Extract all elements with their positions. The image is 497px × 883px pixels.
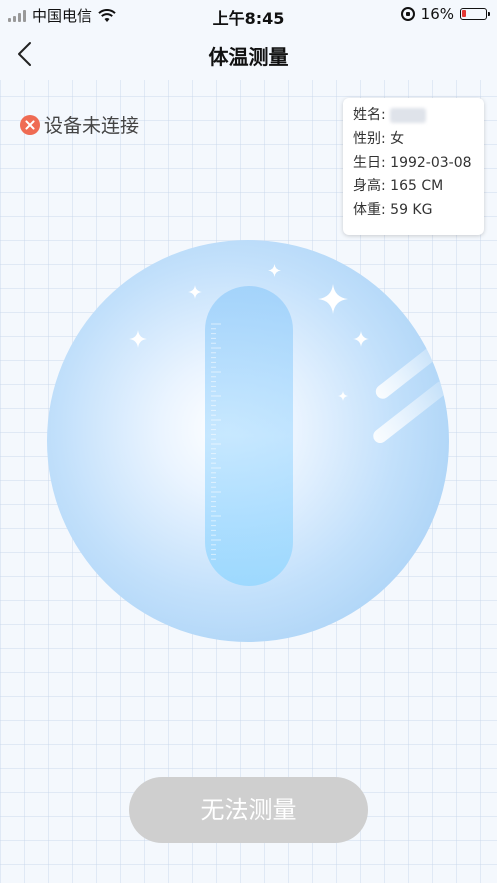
thermometer-scale — [211, 323, 221, 560]
battery-fill — [462, 10, 466, 17]
error-icon — [20, 114, 40, 135]
height-value: 165 CM — [390, 178, 444, 195]
battery-icon — [460, 8, 490, 20]
profile-weight-row: 体重: 59 KG — [353, 199, 474, 223]
page-title: 体温测量 — [208, 45, 289, 69]
device-status: 设备未连接 — [20, 111, 139, 138]
profile-height-row: 身高: 165 CM — [353, 175, 474, 199]
gender-value: 女 — [390, 130, 405, 147]
status-bar: 中国电信 上午8:45 16% — [0, 0, 497, 28]
sparkle-icon — [338, 391, 348, 401]
nav-bar: 体温测量 — [0, 28, 497, 80]
birthday-value: 1992-03-08 — [390, 154, 472, 171]
weight-value: 59 KG — [390, 202, 433, 219]
device-status-text: 设备未连接 — [44, 115, 140, 137]
gender-label: 性别: — [353, 130, 386, 147]
sparkle-icon — [188, 285, 202, 299]
profile-name-row: 姓名: — [353, 104, 474, 128]
sparkle-icon — [318, 284, 348, 314]
name-value-redacted — [390, 107, 427, 123]
thermometer-gauge — [205, 286, 293, 586]
name-label: 姓名: — [353, 107, 386, 123]
profile-birthday-row: 生日: 1992-03-08 — [353, 152, 474, 176]
rotation-lock-icon — [400, 7, 415, 21]
sparkle-icon — [268, 264, 281, 277]
sparkle-icon — [129, 330, 147, 348]
measure-button[interactable]: 无法测量 — [129, 777, 368, 843]
profile-gender-row: 性别: 女 — [353, 128, 474, 152]
status-right: 16% — [400, 5, 490, 23]
weight-label: 体重: — [353, 202, 386, 219]
thermometer-sphere — [47, 240, 449, 642]
battery-percent: 16% — [420, 5, 454, 23]
height-label: 身高: — [353, 178, 386, 195]
sparkle-icon — [353, 331, 369, 347]
birthday-label: 生日: — [353, 154, 386, 171]
profile-card: 姓名: 性别: 女 生日: 1992-03-08 身高: 165 CM 体重: … — [343, 98, 484, 235]
